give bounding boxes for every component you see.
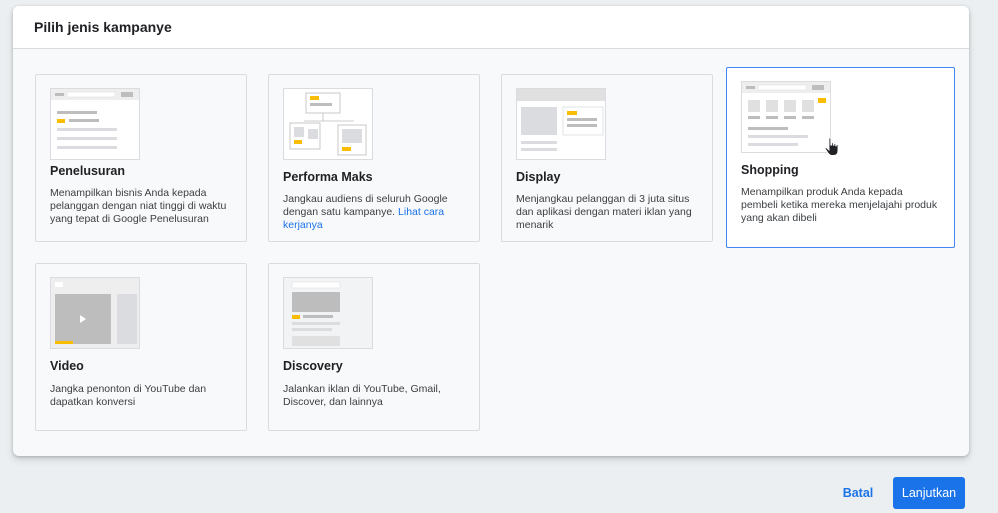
campaign-card-display[interactable]: Display Menjangkau pelanggan di 3 juta s… [501,74,713,242]
campaign-card-pmax[interactable]: Performa Maks Jangkau audiens di seluruh… [268,74,480,242]
campaign-card-search[interactable]: Penelusuran Menampilkan bisnis Anda kepa… [35,74,247,242]
campaign-title-shopping: Shopping [741,163,799,177]
campaign-title-pmax: Performa Maks [283,170,373,184]
video-illustration-icon [50,277,140,349]
campaign-desc-discovery: Jalankan iklan di YouTube, Gmail, Discov… [283,383,441,408]
campaign-title-search: Penelusuran [50,164,126,178]
dialog-header: Pilih jenis kampanye [13,6,969,49]
campaign-card-shopping[interactable]: Shopping Menampilkan produk Anda kepada … [726,67,955,248]
pmax-illustration-icon [283,88,373,160]
discovery-illustration-icon [283,277,373,349]
hand-cursor-icon [824,137,840,162]
campaign-desc-pmax: Jangkau audiens di seluruh Google dengan… [283,193,467,232]
campaign-card-discovery[interactable]: Discovery Jalankan iklan di YouTube, Gma… [268,263,480,431]
campaign-desc-display: Menjangkau pelanggan di 3 juta situs dan… [516,193,692,231]
continue-button[interactable]: Lanjutkan [893,477,965,509]
campaign-desc-shopping: Menampilkan produk Anda kepada pembeli k… [741,186,938,224]
campaign-desc-video: Jangka penonton di YouTube dan dapatkan … [50,383,207,408]
campaign-title-video: Video [50,359,84,373]
campaign-title-discovery: Discovery [283,359,343,373]
campaign-desc-search: Menampilkan bisnis Anda kepada pelanggan… [50,187,227,225]
shopping-illustration-icon [741,81,831,153]
dialog-title: Pilih jenis kampanye [34,19,172,35]
cancel-button[interactable]: Batal [836,477,880,509]
display-illustration-icon [516,88,606,160]
search-illustration-icon [50,88,140,160]
campaign-card-video[interactable]: Video Jangka penonton di YouTube dan dap… [35,263,247,431]
campaign-title-display: Display [516,170,561,184]
